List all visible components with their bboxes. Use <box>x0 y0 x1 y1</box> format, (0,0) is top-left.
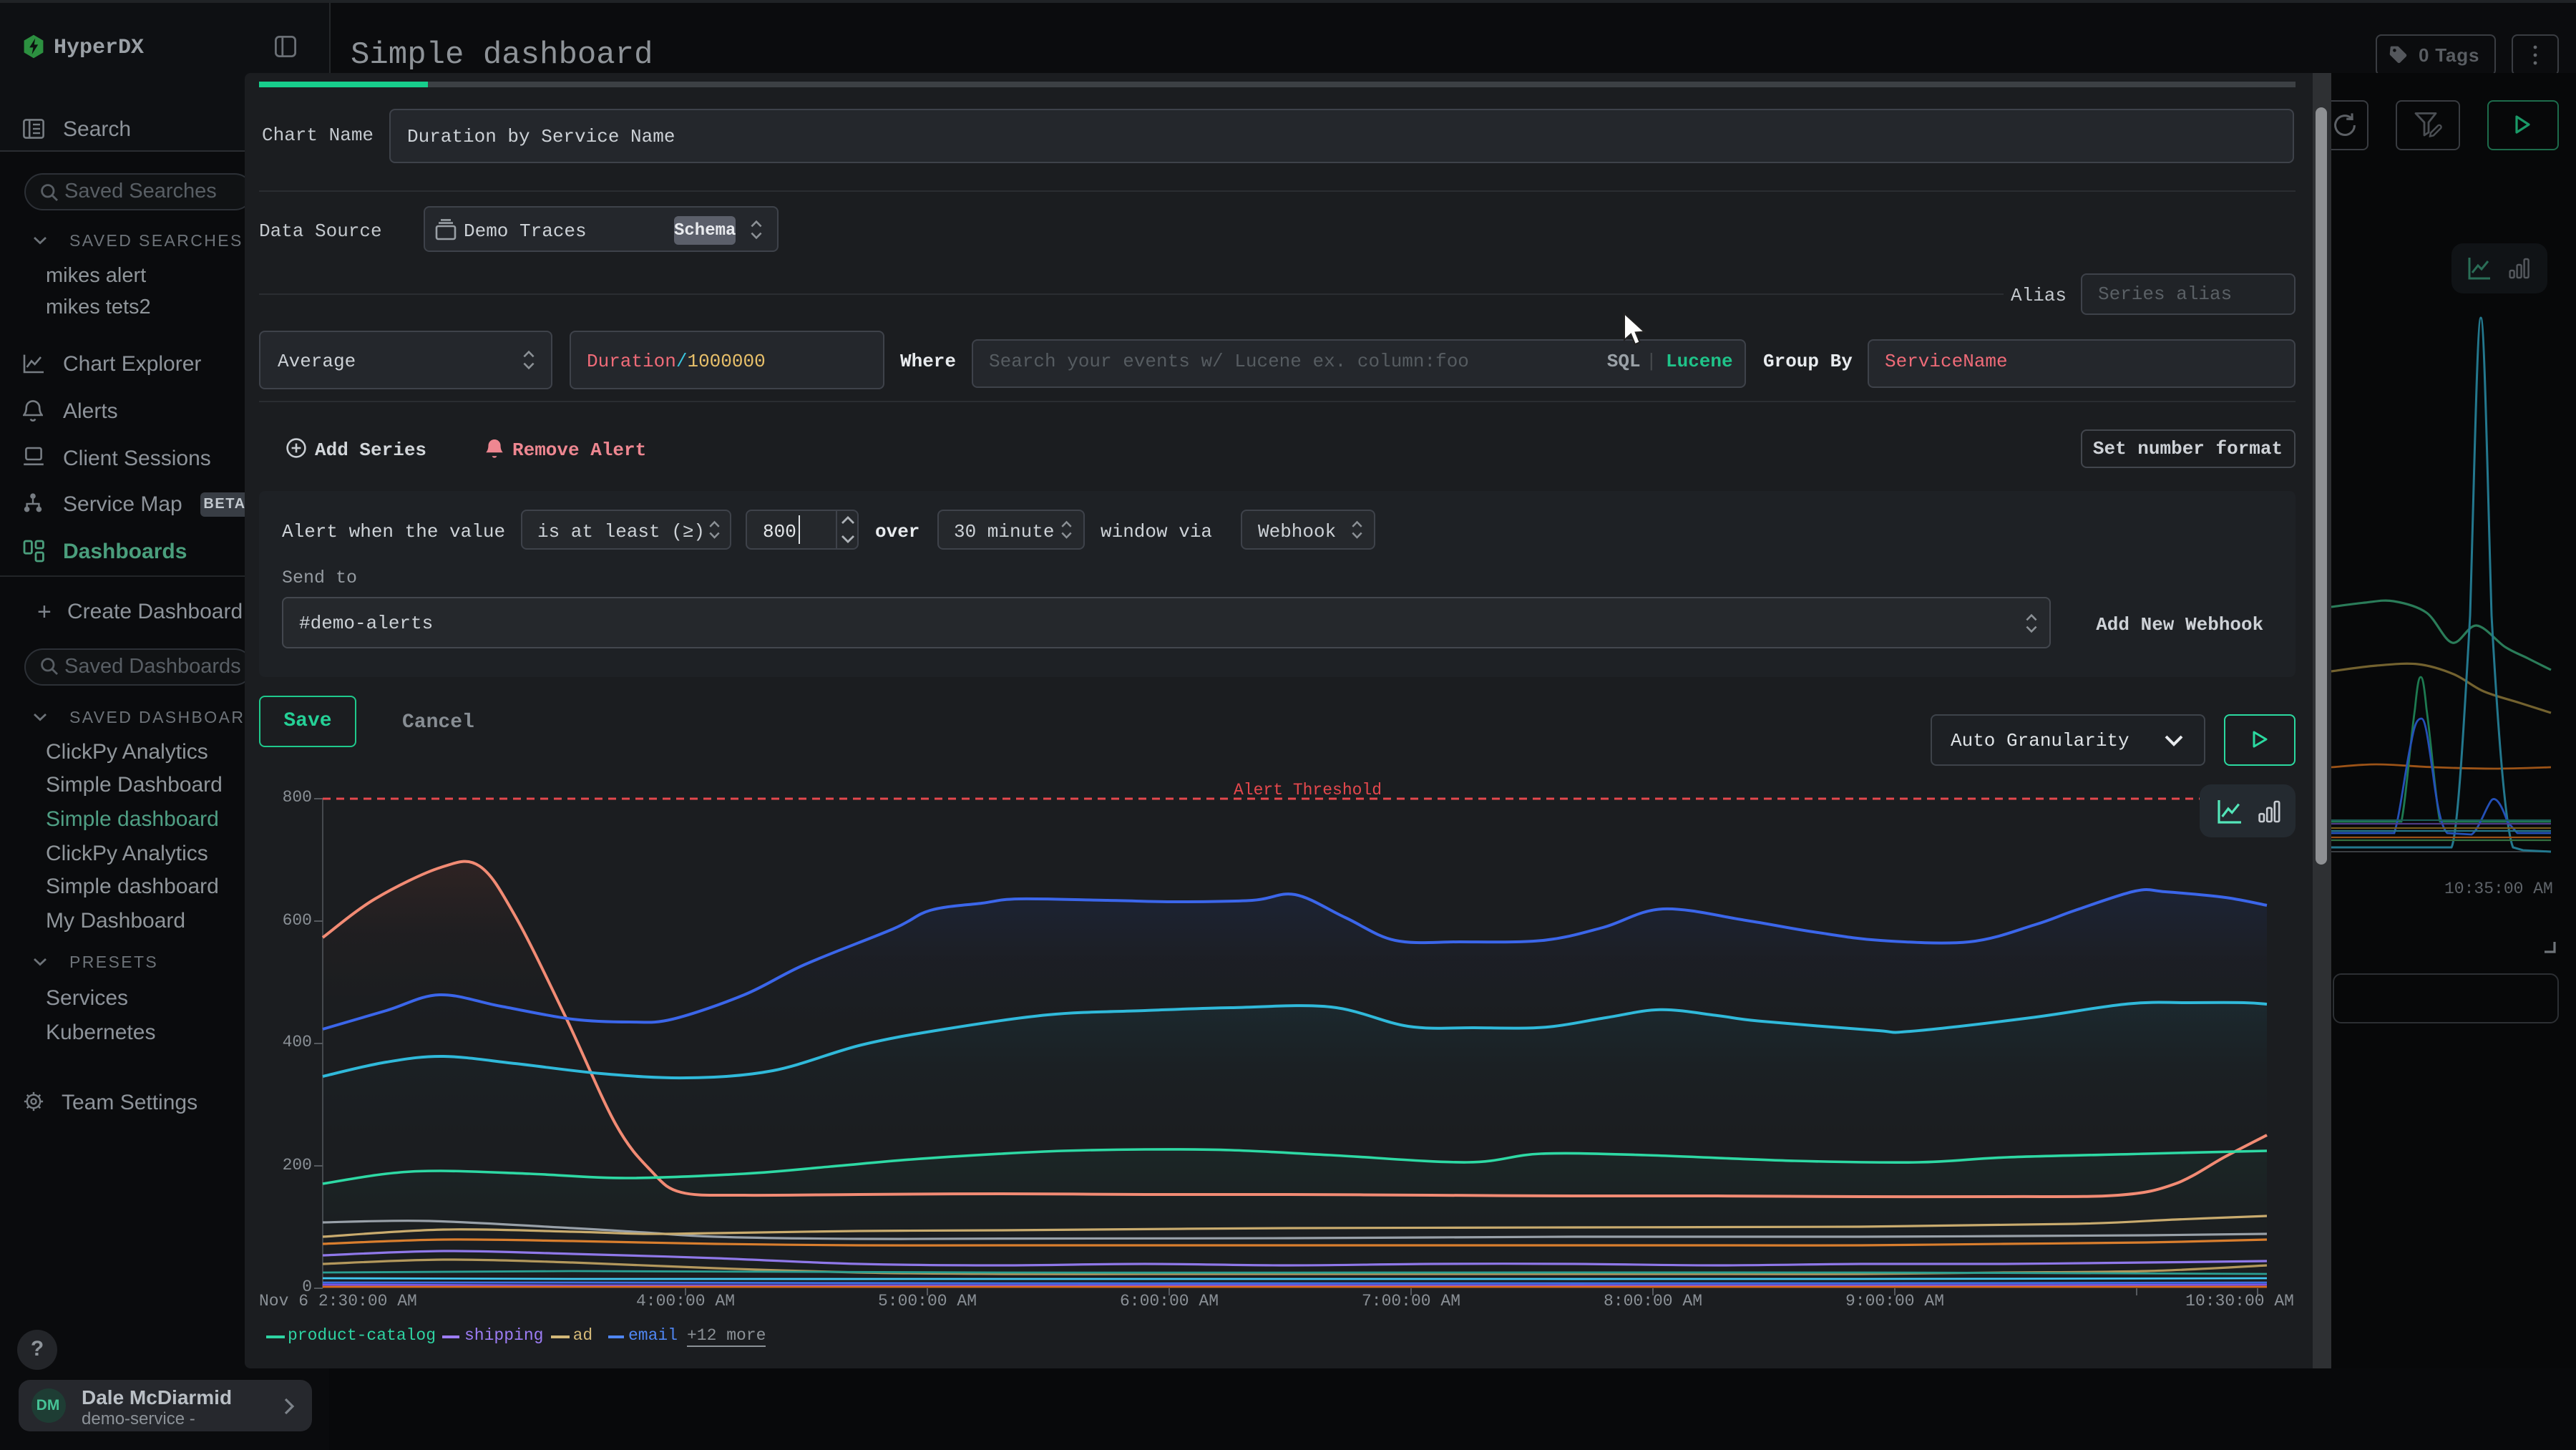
svg-text:Alert Threshold: Alert Threshold <box>1234 781 1382 799</box>
